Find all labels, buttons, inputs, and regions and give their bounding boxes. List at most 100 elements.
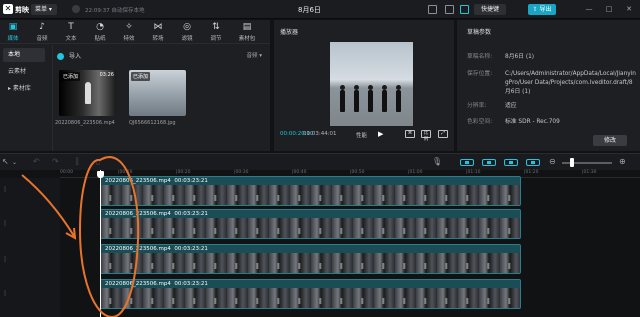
clip-header: 20220806_223506.mp4 00:03:23:21 [101,177,520,185]
tab-transition[interactable]: ⋈ 转场 [147,22,169,44]
clip-duration: 00:03:23:21 [174,211,208,217]
clip-header: 20220806_223506.mp4 00:03:23:21 [101,245,520,253]
media-duration: 03:26 [99,72,114,78]
ruler-tick: |01:30 [582,170,597,175]
sparkle-icon: ✧ [125,22,133,32]
tab-effects[interactable]: ✧ 特效 [118,22,140,44]
clip-duration: 00:03:23:21 [174,246,208,252]
clip-header: 20220806_223506.mp4 00:03:23:21 [101,210,520,218]
video-clip[interactable]: 20220806_223506.mp4 00:03:23:21 [100,244,521,274]
row-value: 标准 SDR - Rec.709 [505,119,560,125]
redo-icon[interactable]: ↷ [52,157,59,166]
linkage-icon[interactable] [504,159,518,166]
tab-text[interactable]: T 文本 [60,22,82,44]
app-name: 剪映 [15,6,29,14]
ratio-button[interactable]: 比例 [421,130,431,142]
edit-button[interactable]: 修改 [593,135,627,146]
keyboard-icon[interactable] [460,5,469,14]
fullscreen-preview-icon[interactable]: ⌘ [405,130,415,138]
sidebar-item-cloud[interactable]: 云素材 [3,65,45,79]
video-preview[interactable] [330,42,413,126]
export-button[interactable]: ⇧ 导出 [528,4,556,15]
tab-label: 贴纸 [94,36,106,42]
row-key: 分辨率: [467,103,487,109]
filter-icon: ◎ [183,22,191,32]
shortcut-button[interactable]: 快捷键 [474,4,506,15]
tab-label: 媒体 [7,36,19,42]
clip-frames [101,253,520,273]
tab-audio[interactable]: ♪ 音频 [31,22,53,44]
save-status: 22:09:37 自动保存本地 [85,8,145,14]
split-icon[interactable]: ⫿ [76,157,79,167]
video-clip[interactable]: 20220806_223506.mp4 00:03:23:21 [100,209,521,239]
row-key: 草稿名称: [467,54,493,60]
play-icon[interactable]: ▶ [378,130,383,138]
layout-icon[interactable] [428,5,437,14]
track-lock-icon[interactable]: | [4,290,6,297]
project-title: 8月6日 [298,6,321,14]
media-content: 导入 音频 ▾ 已添加 03:26 20220806_223506.mp4 已添… [52,45,270,151]
zoom-slider-knob[interactable] [570,158,574,167]
tab-sticker[interactable]: ◔ 贴纸 [89,22,111,44]
row-key: 保存位置: [467,71,493,77]
chevron-down-icon[interactable]: ⌄ [12,159,17,166]
dancer-figure [382,85,387,112]
sidebar-item-local[interactable]: 本地 [3,48,45,62]
microphone-icon[interactable]: 🎙 [432,157,442,166]
tab-filter[interactable]: ◎ 滤镜 [176,22,198,44]
display-icon[interactable] [445,5,454,14]
tab-label: 滤镜 [181,36,193,42]
select-cursor-icon[interactable]: ↖ [2,157,9,166]
clip-frames [101,218,520,238]
fullscreen-icon[interactable]: ⤢ [438,130,448,138]
media-item-image[interactable]: 已添加 [129,70,186,116]
main-track-magnet-icon[interactable] [460,159,474,166]
import-icon [57,53,64,60]
media-item-video[interactable]: 已添加 03:26 [59,70,116,116]
track-lock-icon[interactable]: | [4,256,6,263]
player-panel: 播放器 00:00:20:10 00:03:44:01 性能 ▶ ⌘ 比例 ⤢ [274,20,454,151]
track-lock-icon[interactable]: | [4,186,6,193]
row-value: 8月6日 (1) [505,54,535,60]
tab-adjust[interactable]: ⇅ 调节 [205,22,227,44]
export-label: 导出 [539,6,552,13]
title-bar: ✕ 剪映 菜单 ▾ 22:09:37 自动保存本地 8月6日 快捷键 ⇧ 导出 … [0,0,640,19]
clip-duration: 00:03:23:21 [174,178,208,184]
shortcut-label: 快捷键 [480,6,499,13]
draft-params-panel: 草稿参数 草稿名称: 8月6日 (1) 保存位置: C:/Users/Adminis… [457,20,640,151]
package-icon: ▤ [242,22,252,32]
tab-package[interactable]: ▤ 素材包 [236,22,258,44]
video-clip[interactable]: 20220806_223506.mp4 00:03:23:21 [100,279,521,309]
auto-snap-icon[interactable] [482,159,496,166]
adjust-icon: ⇅ [212,22,220,32]
playhead-handle[interactable] [97,171,104,178]
track-lock-icon[interactable]: | [4,220,6,227]
undo-icon[interactable]: ↶ [33,157,40,166]
minimize-icon[interactable]: — [584,5,594,13]
player-title: 播放器 [280,29,299,36]
dancer-figure [368,85,373,112]
tab-media[interactable]: ▣ 媒体 [2,22,24,44]
sidebar-item-library[interactable]: ▸ 素材库 [3,82,45,96]
clip-frames [101,288,520,308]
sticker-icon: ◔ [96,22,104,32]
playhead[interactable] [100,170,101,317]
sort-dropdown[interactable]: 音频 ▾ [246,51,262,59]
tab-label: 素材包 [238,36,256,42]
menu-button[interactable]: 菜单 ▾ [31,4,57,15]
media-item-name: 20220806_223506.mp4 [55,120,115,126]
delete-icon[interactable]: ▯ [96,157,100,166]
maximize-icon[interactable]: □ [604,5,614,13]
import-button[interactable]: 导入 [57,51,81,60]
preview-axis-icon[interactable] [526,159,540,166]
tab-label: 特效 [123,36,135,42]
ruler-tick: |00:40 [292,170,307,175]
zoom-in-icon[interactable]: ⊕ [619,157,626,166]
close-icon[interactable]: ✕ [624,5,634,13]
video-clip[interactable]: 20220806_223506.mp4 00:03:23:21 [100,176,521,206]
performance-toggle[interactable]: 性能 [356,131,367,139]
tab-label: 音频 [36,36,48,42]
zoom-out-icon[interactable]: ⊖ [549,157,556,166]
draft-title: 草稿参数 [467,29,492,36]
tab-label: 文本 [65,36,77,42]
